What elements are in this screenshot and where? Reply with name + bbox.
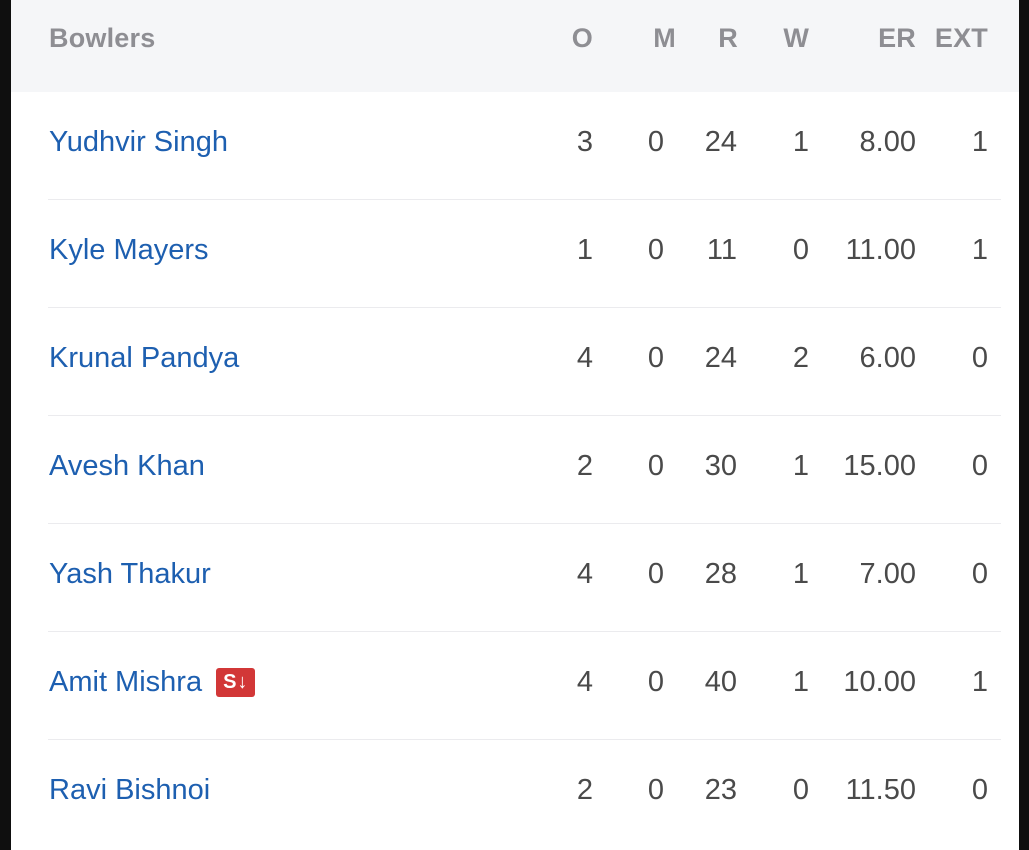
extras-cell: 0 (971, 558, 988, 590)
maidens-cell: 0 (647, 126, 664, 158)
overs-cell: 2 (576, 450, 593, 482)
runs-cell: 28 (704, 558, 737, 590)
runs-cell: 24 (704, 126, 737, 158)
overs-cell: 4 (576, 342, 593, 374)
runs-cell: 30 (704, 450, 737, 482)
overs-cell: 4 (576, 558, 593, 590)
wickets-cell: 1 (792, 450, 809, 482)
extras-cell: 1 (971, 666, 988, 698)
extras-cell: 0 (971, 342, 988, 374)
bowler-name-link[interactable]: Ravi Bishnoi (49, 772, 210, 808)
runs-cell: 11 (706, 234, 737, 266)
bowler-name[interactable]: Amit Mishra (49, 664, 202, 700)
overs-cell: 4 (576, 666, 593, 698)
bowling-scorecard: Bowlers O M R W ER EXT Yudhvir Singh 3 0 24… (11, 0, 1019, 850)
header-extras: EXT (934, 23, 988, 53)
header-bowlers: Bowlers (49, 23, 156, 53)
header-maidens: M (653, 23, 676, 53)
bowler-name[interactable]: Krunal Pandya (49, 340, 239, 376)
wickets-cell: 0 (792, 234, 809, 266)
header-overs: O (571, 23, 593, 53)
runs-cell: 24 (704, 342, 737, 374)
economy-cell: 7.00 (859, 558, 916, 590)
table-row: Krunal Pandya 4 0 24 2 6.00 0 (11, 308, 1019, 416)
table-row: Kyle Mayers 1 0 11 0 11.00 1 (11, 200, 1019, 308)
maidens-cell: 0 (647, 774, 664, 806)
overs-cell: 3 (576, 126, 593, 158)
runs-cell: 23 (704, 774, 737, 806)
bowler-name-link[interactable]: Krunal Pandya (49, 340, 239, 376)
wickets-cell: 1 (792, 126, 809, 158)
header-economy: ER (878, 23, 916, 53)
header-runs: R (718, 23, 738, 53)
maidens-cell: 0 (647, 234, 664, 266)
header-wickets: W (783, 23, 809, 53)
wickets-cell: 1 (792, 666, 809, 698)
maidens-cell: 0 (647, 558, 664, 590)
extras-cell: 1 (971, 126, 988, 158)
overs-cell: 2 (576, 774, 593, 806)
bowler-name-link[interactable]: Amit Mishra S↓ (49, 664, 256, 700)
bowler-name[interactable]: Avesh Khan (49, 448, 205, 484)
bowler-name-link[interactable]: Yudhvir Singh (49, 124, 228, 160)
extras-cell: 1 (971, 234, 988, 266)
table-row: Ravi Bishnoi 2 0 23 0 11.50 0 (11, 740, 1019, 848)
table-row: Yash Thakur 4 0 28 1 7.00 0 (11, 524, 1019, 632)
table-row: Amit Mishra S↓ 4 0 40 1 10.00 1 (11, 632, 1019, 740)
wickets-cell: 2 (792, 342, 809, 374)
economy-cell: 8.00 (859, 126, 916, 158)
bowler-name[interactable]: Kyle Mayers (49, 232, 209, 268)
extras-cell: 0 (971, 450, 988, 482)
table-header: Bowlers O M R W ER EXT (11, 0, 1019, 92)
table-row: Avesh Khan 2 0 30 1 15.00 0 (11, 416, 1019, 524)
economy-cell: 11.00 (845, 234, 916, 266)
bowler-name[interactable]: Yash Thakur (49, 556, 211, 592)
economy-cell: 15.00 (843, 450, 916, 482)
economy-cell: 11.50 (845, 774, 916, 806)
substituted-out-badge: S↓ (216, 667, 256, 697)
economy-cell: 10.00 (843, 666, 916, 698)
bowler-name[interactable]: Yudhvir Singh (49, 124, 228, 160)
maidens-cell: 0 (647, 342, 664, 374)
maidens-cell: 0 (647, 666, 664, 698)
bowler-name-link[interactable]: Yash Thakur (49, 556, 211, 592)
bowler-name-link[interactable]: Avesh Khan (49, 448, 205, 484)
economy-cell: 6.00 (859, 342, 916, 374)
overs-cell: 1 (576, 234, 593, 266)
wickets-cell: 1 (792, 558, 809, 590)
table-row: Yudhvir Singh 3 0 24 1 8.00 1 (11, 92, 1019, 200)
bowler-name-link[interactable]: Kyle Mayers (49, 232, 209, 268)
extras-cell: 0 (971, 774, 988, 806)
maidens-cell: 0 (647, 450, 664, 482)
runs-cell: 40 (704, 666, 737, 698)
wickets-cell: 0 (792, 774, 809, 806)
bowler-name[interactable]: Ravi Bishnoi (49, 772, 210, 808)
